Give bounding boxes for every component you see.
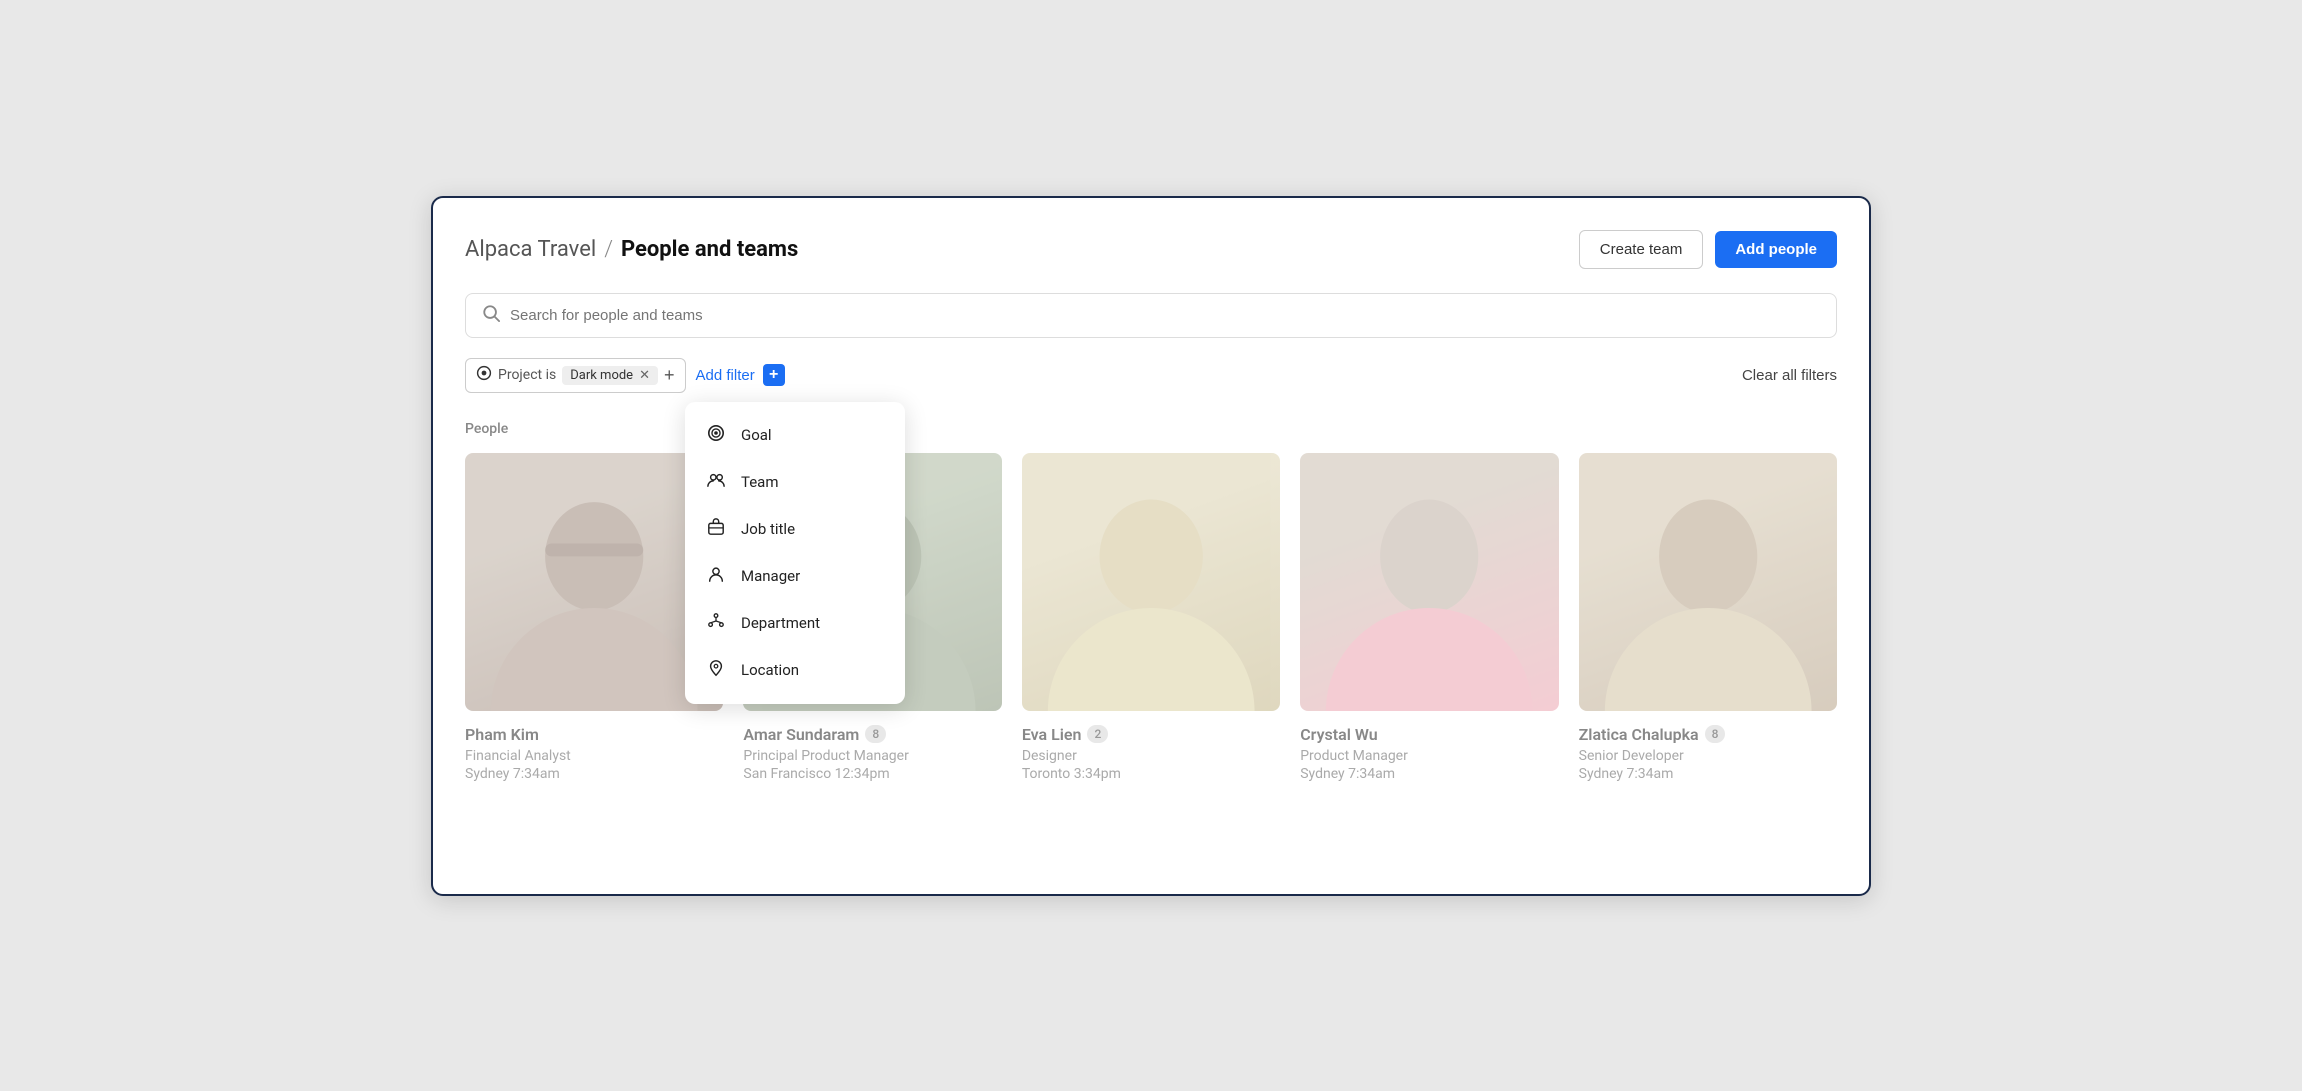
job-title-icon bbox=[705, 518, 727, 541]
page-title: People and teams bbox=[621, 237, 798, 262]
avatar-eva-lien bbox=[1022, 453, 1280, 711]
person-badge-amar: 8 bbox=[865, 725, 886, 743]
dropdown-item-manager-label: Manager bbox=[741, 567, 800, 585]
add-filter-plus-icon: + bbox=[763, 364, 785, 386]
dropdown-item-team[interactable]: Team bbox=[685, 459, 905, 506]
main-window: Alpaca Travel / People and teams Create … bbox=[431, 196, 1871, 896]
breadcrumb: Alpaca Travel / People and teams bbox=[465, 237, 798, 262]
people-section-label: People bbox=[465, 421, 1837, 437]
dropdown-item-team-label: Team bbox=[741, 473, 779, 491]
filter-project-icon bbox=[476, 365, 492, 385]
dropdown-item-location-label: Location bbox=[741, 661, 799, 679]
dropdown-item-job-title[interactable]: Job title bbox=[685, 506, 905, 553]
filter-project-value: Dark mode ✕ bbox=[562, 366, 658, 385]
person-badge-zlatica: 8 bbox=[1705, 725, 1726, 743]
person-location-amar-sundaram: San Francisco 12:34pm bbox=[743, 766, 889, 782]
search-input[interactable] bbox=[510, 307, 1820, 324]
company-name: Alpaca Travel bbox=[465, 237, 596, 262]
person-name-amar-sundaram: Amar Sundaram 8 bbox=[743, 725, 886, 744]
avatar-zlatica-chalupka bbox=[1579, 453, 1837, 711]
create-team-button[interactable]: Create team bbox=[1579, 230, 1704, 269]
search-bar bbox=[465, 293, 1837, 338]
person-role-crystal-wu: Product Manager bbox=[1300, 748, 1408, 764]
person-location-eva-lien: Toronto 3:34pm bbox=[1022, 766, 1121, 782]
person-badge-eva: 2 bbox=[1087, 725, 1108, 743]
person-card-eva-lien[interactable]: Eva Lien 2 Designer Toronto 3:34pm bbox=[1022, 453, 1280, 782]
filter-remove-button[interactable]: ✕ bbox=[639, 368, 650, 383]
add-filter-button[interactable]: Add filter + bbox=[696, 364, 785, 386]
manager-icon bbox=[705, 565, 727, 588]
dropdown-item-job-title-label: Job title bbox=[741, 520, 795, 538]
header: Alpaca Travel / People and teams Create … bbox=[465, 230, 1837, 269]
person-role-eva-lien: Designer bbox=[1022, 748, 1077, 764]
dropdown-item-location[interactable]: Location bbox=[685, 647, 905, 694]
person-name-zlatica-chalupka: Zlatica Chalupka 8 bbox=[1579, 725, 1726, 744]
goal-icon bbox=[705, 424, 727, 447]
person-location-crystal-wu: Sydney 7:34am bbox=[1300, 766, 1395, 782]
person-name-eva-lien: Eva Lien 2 bbox=[1022, 725, 1108, 744]
team-icon bbox=[705, 471, 727, 494]
person-role-amar-sundaram: Principal Product Manager bbox=[743, 748, 908, 764]
filter-tag-project: Project is Dark mode ✕ + bbox=[465, 358, 686, 393]
location-icon bbox=[705, 659, 727, 682]
header-actions: Create team Add people bbox=[1579, 230, 1837, 269]
dropdown-item-goal-label: Goal bbox=[741, 426, 772, 444]
dropdown-item-department-label: Department bbox=[741, 614, 820, 632]
dropdown-item-manager[interactable]: Manager bbox=[685, 553, 905, 600]
filter-dropdown-menu: Goal Team Job title Manager bbox=[685, 402, 905, 704]
person-location-pham-kim: Sydney 7:34am bbox=[465, 766, 560, 782]
add-people-button[interactable]: Add people bbox=[1715, 231, 1837, 268]
filter-project-label: Project is bbox=[498, 367, 556, 383]
person-card-crystal-wu[interactable]: Crystal Wu Product Manager Sydney 7:34am bbox=[1300, 453, 1558, 782]
add-filter-label: Add filter bbox=[696, 367, 755, 384]
person-name-pham-kim: Pham Kim bbox=[465, 725, 539, 744]
dropdown-item-department[interactable]: Department bbox=[685, 600, 905, 647]
person-card-zlatica-chalupka[interactable]: Zlatica Chalupka 8 Senior Developer Sydn… bbox=[1579, 453, 1837, 782]
filter-bar: Project is Dark mode ✕ + Add filter + Cl… bbox=[465, 358, 1837, 393]
people-grid: Pham Kim Financial Analyst Sydney 7:34am… bbox=[465, 453, 1837, 782]
filter-add-value-button[interactable]: + bbox=[664, 365, 675, 386]
breadcrumb-separator: / bbox=[604, 237, 613, 262]
avatar-crystal-wu bbox=[1300, 453, 1558, 711]
dropdown-item-goal[interactable]: Goal bbox=[685, 412, 905, 459]
person-location-zlatica-chalupka: Sydney 7:34am bbox=[1579, 766, 1674, 782]
search-icon bbox=[482, 304, 500, 327]
department-icon bbox=[705, 612, 727, 635]
person-role-pham-kim: Financial Analyst bbox=[465, 748, 571, 764]
person-role-zlatica-chalupka: Senior Developer bbox=[1579, 748, 1684, 764]
person-name-crystal-wu: Crystal Wu bbox=[1300, 725, 1377, 744]
clear-all-filters-button[interactable]: Clear all filters bbox=[1742, 367, 1837, 384]
